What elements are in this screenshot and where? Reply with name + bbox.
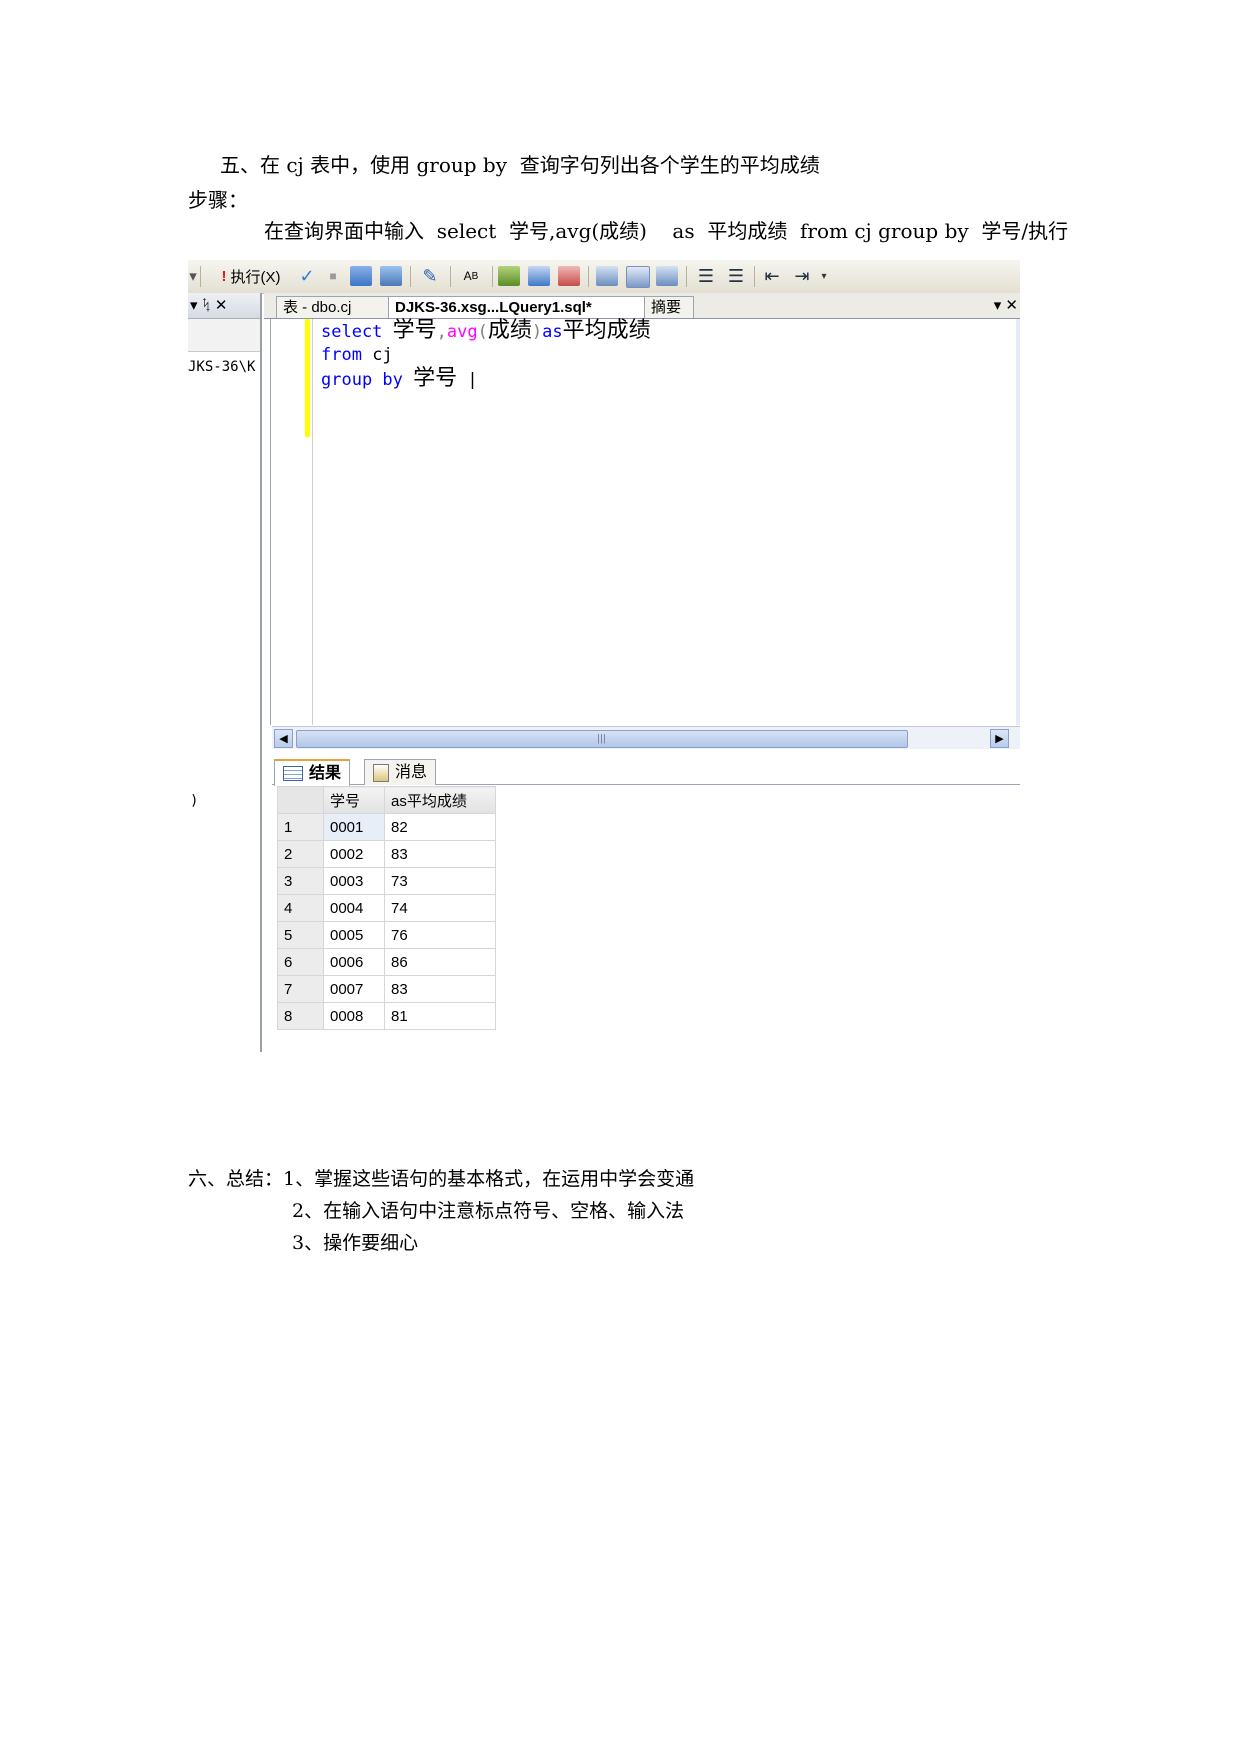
table-row[interactable]: 7 0007 83	[277, 975, 496, 1003]
query-icon[interactable]	[350, 266, 372, 286]
uncomment-icon[interactable]: ☰	[724, 266, 748, 286]
tab-query-file[interactable]: DJKS-36.xsg...LQuery1.sql*	[388, 296, 652, 318]
summary-line-3: 3、操作要细心	[292, 1232, 419, 1254]
toolbar: ▾ ! 执行(X) ✓ ■ ✎ AB ☰ ☰ ⇤ ⇥ ▾	[188, 260, 1020, 294]
table-row[interactable]: 6 0006 86	[277, 948, 496, 976]
grid-corner[interactable]	[277, 786, 324, 814]
stray-text: )	[190, 793, 199, 809]
tab-results[interactable]: 结果	[274, 759, 351, 786]
server-node[interactable]: JKS-36\K	[188, 359, 255, 375]
scroll-thumb[interactable]: |||	[296, 730, 908, 748]
outdent-icon[interactable]: ⇤	[760, 266, 784, 286]
pane-toolbar	[188, 319, 260, 352]
check-icon[interactable]: ✓	[296, 266, 318, 286]
summary-line-2: 2、在输入语句中注意标点符号、空格、输入法	[292, 1200, 685, 1222]
text-caret: |	[467, 370, 478, 390]
steps-label: 步骤：	[188, 188, 248, 212]
column-header-avg[interactable]: as平均成绩	[384, 786, 496, 814]
tab-messages[interactable]: 消息	[364, 759, 437, 785]
options-icon[interactable]	[558, 266, 580, 286]
message-icon	[373, 763, 389, 782]
table-row[interactable]: 2 0002 83	[277, 840, 496, 868]
scroll-right-icon[interactable]: ▶	[990, 729, 1009, 748]
indent-icon[interactable]: ⇥	[790, 266, 814, 286]
execute-icon: !	[221, 267, 227, 285]
table-row[interactable]: 1 0001 82	[277, 813, 496, 841]
column-header-id[interactable]: 学号	[323, 786, 385, 814]
tab-table-cj[interactable]: 表 - dbo.cj	[276, 296, 398, 318]
grid-icon	[283, 766, 303, 781]
instruction-text: 在查询界面中输入 select 学号,avg(成绩) as 平均成绩 from …	[264, 219, 1069, 243]
results-tab-strip: 结果 消息	[272, 756, 1020, 786]
editor-vertical-scrollbar[interactable]	[1016, 319, 1020, 725]
design-icon[interactable]	[380, 266, 402, 286]
results-text-icon[interactable]	[596, 266, 618, 286]
editor-horizontal-scrollbar[interactable]: ◀ ||| ▶	[272, 726, 1020, 749]
pane-controls[interactable]: ▾ ᛪ ✕	[190, 296, 227, 314]
ssms-screenshot: ▾ ! 执行(X) ✓ ■ ✎ AB ☰ ☰ ⇤ ⇥ ▾ ▾ ᛪ ✕ JKS-3…	[188, 260, 1020, 1052]
results-grid: 学号 as平均成绩 1 0001 82 2 0002 83 3 0003 73 …	[277, 786, 496, 1030]
tab-strip-controls[interactable]: ▾ ✕	[994, 296, 1018, 314]
tab-summary[interactable]: 摘要	[644, 296, 694, 318]
indexes-icon[interactable]	[528, 266, 550, 286]
comment-icon[interactable]: ☰	[694, 266, 718, 286]
plan-icon[interactable]	[498, 266, 520, 286]
toolbar-overflow-icon[interactable]: ▾	[818, 266, 830, 286]
change-marker-bar	[305, 319, 310, 437]
stop-icon[interactable]: ■	[322, 266, 344, 286]
table-row[interactable]: 8 0008 81	[277, 1002, 496, 1030]
summary-line-1: 六、总结：1、掌握这些语句的基本格式，在运用中学会变通	[188, 1168, 695, 1190]
scroll-left-icon[interactable]: ◀	[274, 729, 293, 748]
pane-header: ▾ ᛪ ✕	[188, 293, 260, 319]
code-line-3: group by 学号 |	[321, 366, 478, 391]
table-row[interactable]: 4 0004 74	[277, 894, 496, 922]
table-row[interactable]: 3 0003 73	[277, 867, 496, 895]
editor-tab-strip: 表 - dbo.cj DJKS-36.xsg...LQuery1.sql* 摘要…	[264, 293, 1020, 319]
toolbar-dropdown-icon[interactable]: ▾	[189, 266, 197, 286]
sql-editor[interactable]: select 学号,avg(成绩)as平均成绩 from cj group by…	[270, 319, 1011, 725]
execute-button[interactable]: ! 执行(X)	[206, 266, 296, 286]
table-row[interactable]: 5 0005 76	[277, 921, 496, 949]
section-heading: 五、在 cj 表中，使用 group by 查询字句列出各个学生的平均成绩	[220, 153, 820, 177]
results-grid-icon[interactable]	[626, 266, 650, 288]
results-file-icon[interactable]	[656, 266, 678, 286]
code-line-1: select 学号,avg(成绩)as平均成绩	[321, 318, 651, 343]
code-line-2: from cj	[321, 345, 393, 365]
font-icon[interactable]: AB	[458, 266, 484, 286]
edit-icon[interactable]: ✎	[418, 266, 442, 286]
object-explorer-pane: ▾ ᛪ ✕ JKS-36\K )	[188, 293, 262, 1052]
selected-cell[interactable]: 0001	[323, 813, 385, 841]
